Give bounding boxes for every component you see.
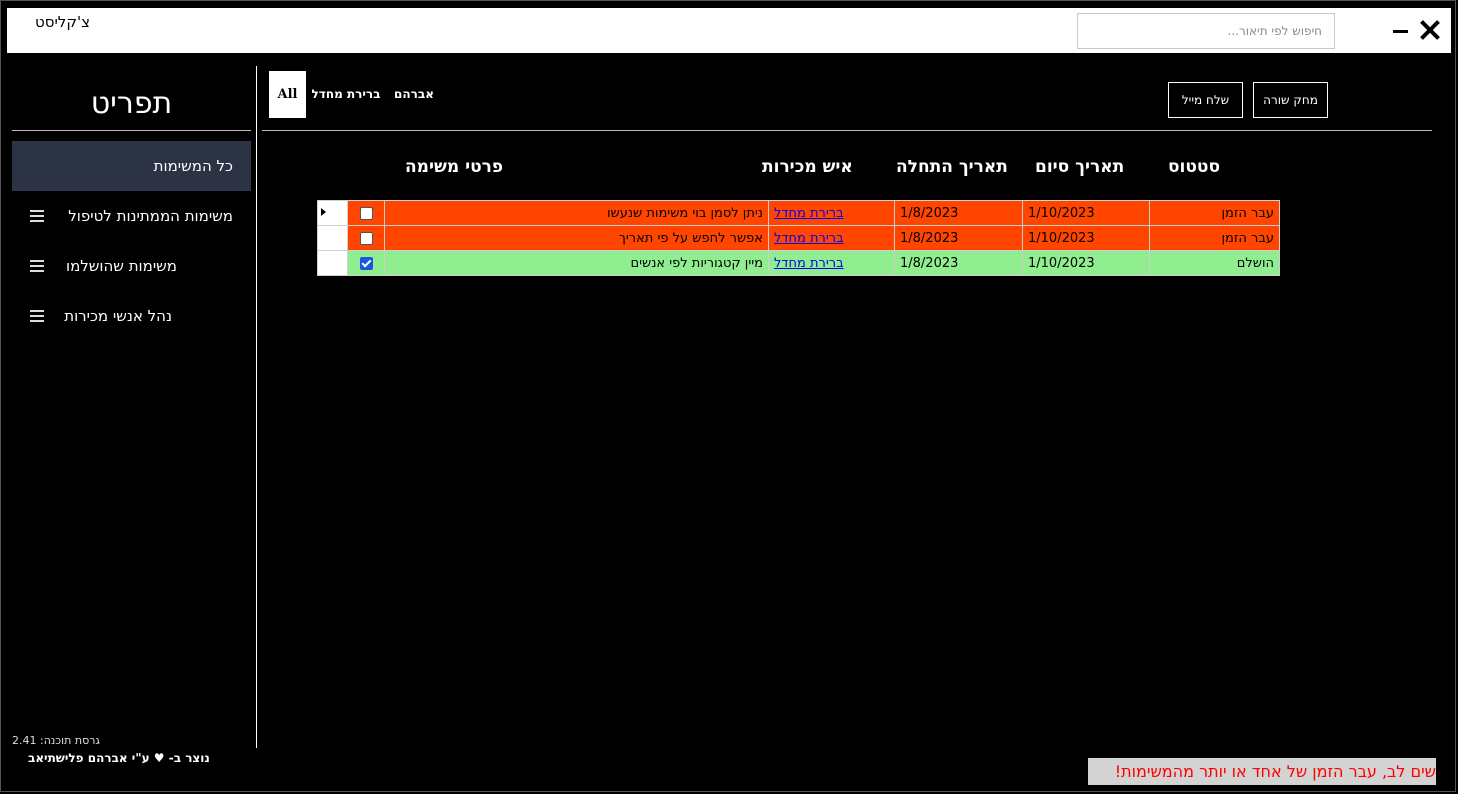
- menu-icon: [30, 210, 44, 222]
- column-header-end-date: תאריך סיום: [1035, 157, 1125, 177]
- task-details-cell[interactable]: מיין קטגוריות לפי אנשים: [384, 250, 769, 276]
- done-checkbox[interactable]: [359, 256, 373, 270]
- search-input[interactable]: [1077, 13, 1335, 49]
- sidebar-item-completed-tasks[interactable]: משימות שהושלמו: [12, 241, 251, 291]
- task-details-cell[interactable]: אפשר לחפש על פי תאריך: [384, 225, 769, 251]
- sidebar-title: תפריט: [90, 86, 173, 121]
- tab-default[interactable]: ברירת מחדל: [310, 71, 382, 118]
- done-cell[interactable]: [347, 225, 385, 251]
- sidebar-divider: [12, 130, 251, 131]
- status-cell[interactable]: הושלם: [1149, 250, 1280, 276]
- start-date-cell[interactable]: 1/8/2023: [894, 250, 1023, 276]
- sidebar-item-pending-tasks[interactable]: משימות הממתינות לטיפול: [12, 191, 251, 241]
- salesperson-cell[interactable]: ברירת מחדל: [768, 200, 895, 226]
- sidebar-item-label: נהל אנשי מכירות: [64, 307, 172, 325]
- tasks-table: ניתן לסמן בוי משימות שנעשו ברירת מחדל 1/…: [317, 200, 1280, 276]
- current-row-icon: [321, 208, 326, 216]
- credit-label: נוצר ב- ♥ ע"י אברהם פלישתיאב: [28, 751, 210, 765]
- salesperson-link[interactable]: ברירת מחדל: [774, 231, 844, 246]
- task-details-cell[interactable]: ניתן לסמן בוי משימות שנעשו: [384, 200, 769, 226]
- version-label: גרסת תוכנה: 2.41: [12, 734, 100, 747]
- tab-all[interactable]: All: [269, 71, 306, 118]
- menu-icon: [30, 310, 44, 322]
- table-row[interactable]: מיין קטגוריות לפי אנשים ברירת מחדל 1/8/2…: [317, 250, 1280, 276]
- start-date-cell[interactable]: 1/8/2023: [894, 225, 1023, 251]
- table-row[interactable]: ניתן לסמן בוי משימות שנעשו ברירת מחדל 1/…: [317, 200, 1280, 226]
- end-date-cell[interactable]: 1/10/2023: [1022, 250, 1150, 276]
- start-date-cell[interactable]: 1/8/2023: [894, 200, 1023, 226]
- done-checkbox[interactable]: [359, 231, 373, 245]
- status-cell[interactable]: עבר הזמן: [1149, 225, 1280, 251]
- row-header[interactable]: [317, 225, 348, 251]
- salesperson-link[interactable]: ברירת מחדל: [774, 256, 844, 271]
- salesperson-cell[interactable]: ברירת מחדל: [768, 250, 895, 276]
- sidebar-item-label: כל המשימות: [153, 157, 233, 175]
- sidebar-item-label: משימות שהושלמו: [65, 257, 177, 275]
- sidebar-separator: [256, 66, 257, 748]
- sidebar-item-all-tasks[interactable]: כל המשימות: [12, 141, 251, 191]
- close-icon[interactable]: [1420, 20, 1440, 40]
- send-mail-button[interactable]: שלח מייל: [1168, 82, 1243, 118]
- column-header-details: פרטי משימה: [405, 157, 504, 177]
- done-cell[interactable]: [347, 250, 385, 276]
- end-date-cell[interactable]: 1/10/2023: [1022, 200, 1150, 226]
- heart-icon: ♥: [153, 751, 165, 765]
- column-header-salesperson: איש מכירות: [762, 157, 853, 177]
- menu-icon: [30, 260, 44, 272]
- salesperson-cell[interactable]: ברירת מחדל: [768, 225, 895, 251]
- sidebar-item-label: משימות הממתינות לטיפול: [68, 207, 233, 225]
- done-cell[interactable]: [347, 200, 385, 226]
- table-row[interactable]: אפשר לחפש על פי תאריך ברירת מחדל 1/8/202…: [317, 225, 1280, 251]
- minimize-icon[interactable]: [1393, 30, 1408, 33]
- status-cell[interactable]: עבר הזמן: [1149, 200, 1280, 226]
- overdue-warning: שים לב, עבר הזמן של אחד או יותר מהמשימות…: [1088, 758, 1436, 785]
- salesperson-link[interactable]: ברירת מחדל: [774, 206, 844, 221]
- end-date-cell[interactable]: 1/10/2023: [1022, 225, 1150, 251]
- toolbar-divider: [262, 130, 1432, 131]
- delete-row-button[interactable]: מחק שורה: [1253, 82, 1328, 118]
- done-checkbox[interactable]: [359, 206, 373, 220]
- row-header[interactable]: [317, 200, 348, 226]
- credit-author: ע"י אברהם פלישתיאב: [28, 751, 150, 765]
- sidebar-item-manage-salespeople[interactable]: נהל אנשי מכירות: [12, 291, 251, 341]
- column-header-start-date: תאריך התחלה: [896, 157, 1008, 177]
- credit-prefix: נוצר ב-: [168, 751, 210, 765]
- tab-avraham[interactable]: אברהם: [390, 71, 438, 118]
- row-header[interactable]: [317, 250, 348, 276]
- app-title: צ'קליסט: [34, 13, 90, 31]
- column-header-status: סטטוס: [1168, 157, 1221, 177]
